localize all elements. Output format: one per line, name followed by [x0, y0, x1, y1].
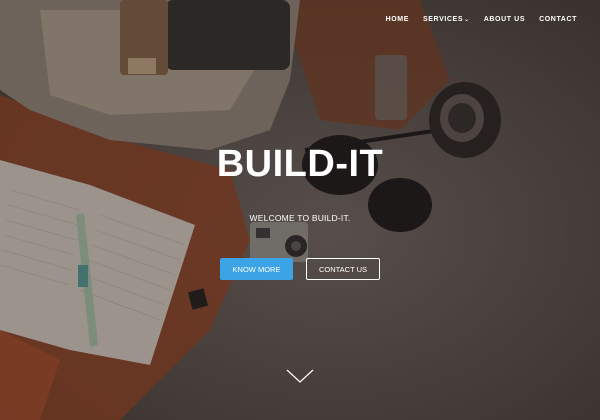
chevron-down-icon: ⌄ — [464, 17, 470, 23]
nav-services[interactable]: SERVICES ⌄ — [423, 16, 470, 23]
scroll-down-chevron-icon[interactable] — [286, 368, 314, 384]
hero-subtitle: WELCOME TO BUILD-IT. — [249, 213, 351, 223]
hero-section: HOME SERVICES ⌄ ABOUT US CONTACT BUILD-I… — [0, 0, 600, 420]
nav-contact[interactable]: CONTACT — [539, 16, 577, 23]
know-more-button[interactable]: KNOW MORE — [220, 258, 293, 280]
nav-services-label: SERVICES — [423, 16, 464, 23]
hero-title: BUILD-IT — [216, 143, 384, 185]
hero-overlay — [0, 0, 600, 420]
nav-home[interactable]: HOME — [386, 16, 409, 23]
main-navigation: HOME SERVICES ⌄ ABOUT US CONTACT — [372, 16, 577, 23]
nav-about-us[interactable]: ABOUT US — [484, 16, 525, 23]
contact-us-button[interactable]: CONTACT US — [306, 258, 380, 280]
